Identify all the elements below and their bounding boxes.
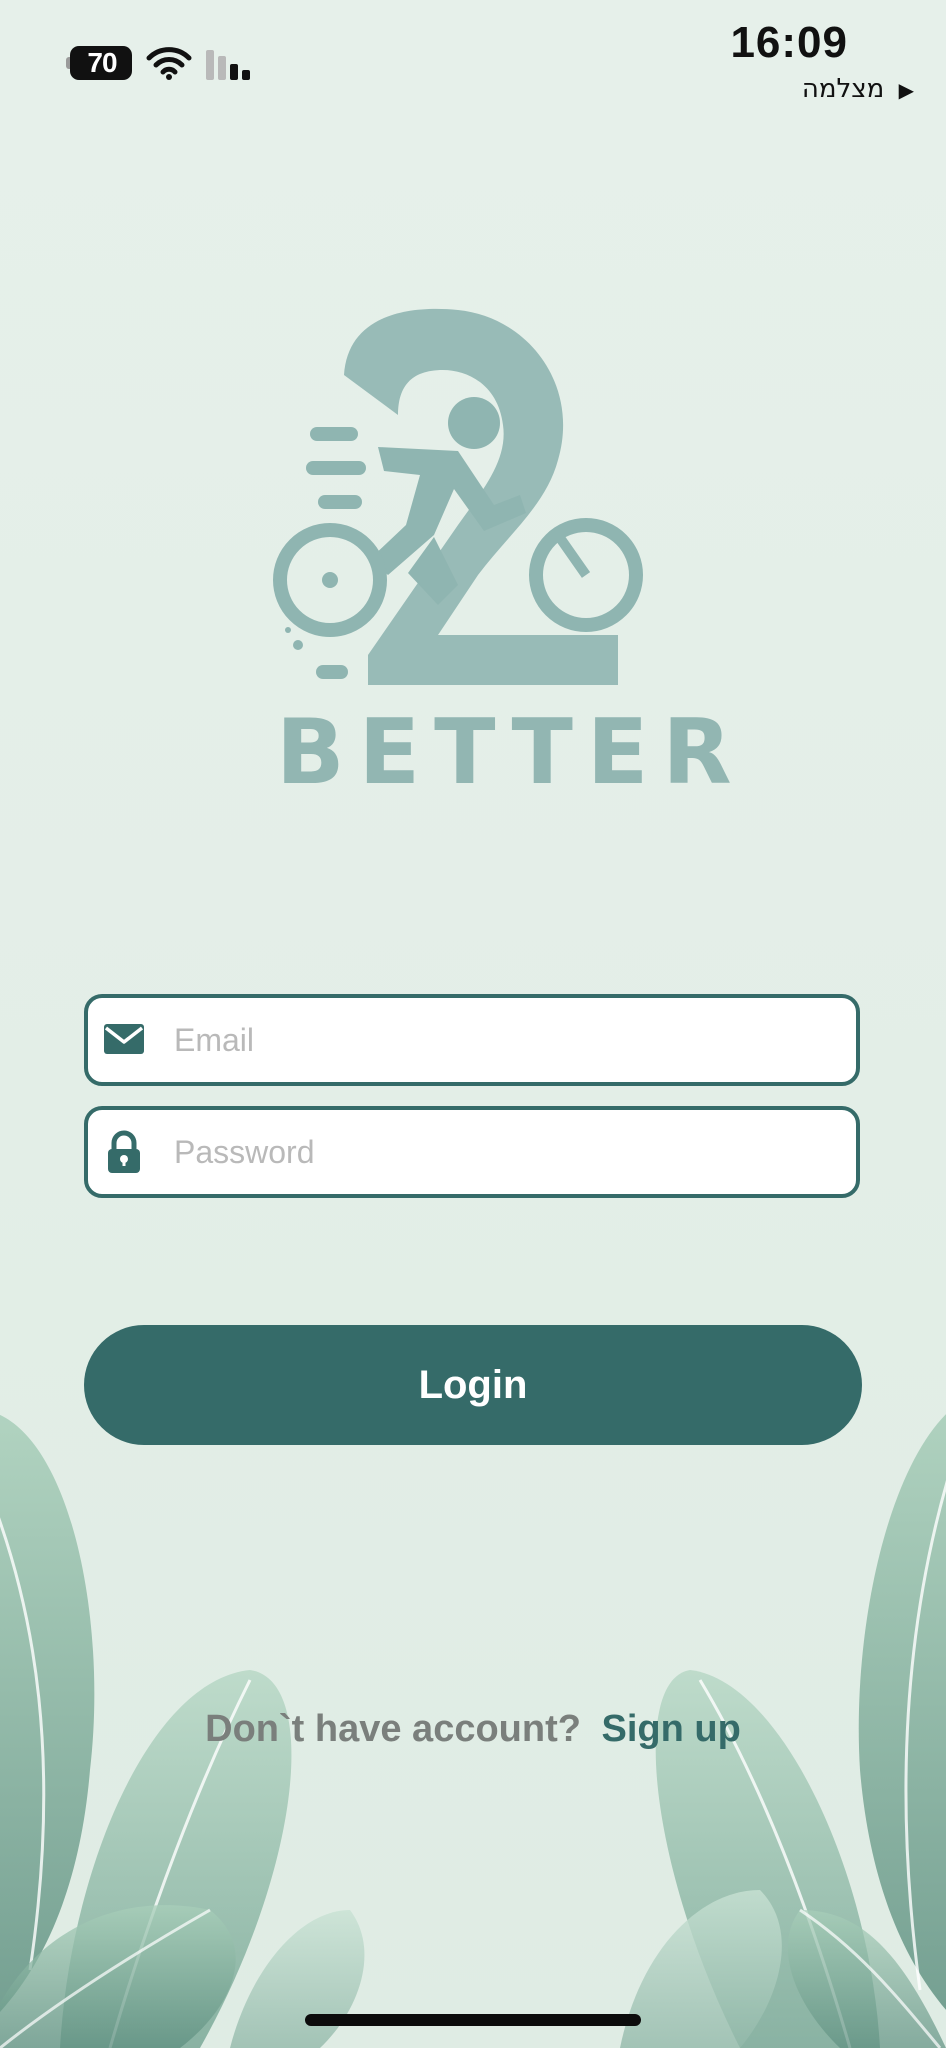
signup-prompt: Don`t have account? Sign up — [0, 1708, 946, 1751]
wifi-icon — [146, 47, 192, 80]
battery-icon: 70 — [66, 46, 132, 80]
back-app-label: מצלמה — [801, 74, 885, 104]
lock-icon — [108, 1130, 140, 1173]
password-field[interactable] — [84, 1106, 860, 1198]
home-indicator[interactable] — [305, 2014, 641, 2026]
cellular-signal-icon — [206, 48, 258, 80]
back-to-app-link[interactable]: מצלמה ▶ — [802, 74, 914, 104]
logo-wordmark: BETTER — [276, 700, 746, 805]
leaves-background — [0, 1414, 946, 2048]
status-time: 16:09 — [730, 18, 848, 67]
signup-link[interactable]: Sign up — [602, 1708, 741, 1750]
password-input[interactable] — [174, 1110, 834, 1194]
login-button[interactable]: Login — [84, 1325, 862, 1445]
battery-level: 70 — [87, 47, 117, 78]
login-screen: 70 16:09 מצלמה ▶ BETTER Email Login Don`… — [0, 0, 946, 2048]
signup-question: Don`t have account? — [205, 1708, 581, 1750]
status-bar: 70 16:09 מצלמה ▶ — [0, 0, 946, 120]
envelope-icon — [104, 1024, 144, 1054]
email-field[interactable] — [84, 994, 860, 1086]
email-input[interactable] — [174, 998, 834, 1082]
back-arrow-icon: ▶ — [898, 78, 914, 102]
